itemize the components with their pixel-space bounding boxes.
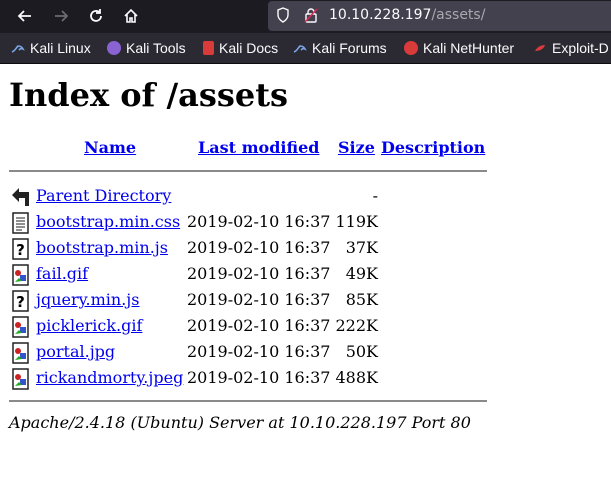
- back-folder-icon: [11, 186, 31, 208]
- file-link[interactable]: rickandmorty.jpeg: [36, 368, 183, 387]
- table-row: ? jquery.min.js 2019-02-10 16:37 85K: [0, 288, 611, 314]
- footer-divider: [9, 400, 487, 402]
- forward-arrow-icon: [55, 10, 69, 22]
- shield-icon[interactable]: [276, 7, 290, 27]
- file-size: 488K: [335, 368, 379, 387]
- unknown-file-icon: ?: [11, 238, 31, 260]
- file-size: 37K: [345, 238, 378, 257]
- file-date: 2019-02-10 16:37: [187, 342, 331, 361]
- file-date: 2019-02-10 16:37: [187, 238, 331, 257]
- home-icon: [124, 8, 138, 23]
- svg-text:?: ?: [16, 241, 25, 259]
- bookmark-label: Kali Docs: [219, 40, 279, 56]
- image-file-icon: [11, 368, 31, 390]
- file-date: 2019-02-10 16:37: [187, 290, 331, 309]
- file-size: 119K: [335, 212, 379, 231]
- table-row: fail.gif 2019-02-10 16:37 49K: [0, 262, 611, 288]
- bookmark-label: Kali Forums: [312, 40, 387, 56]
- home-button[interactable]: [118, 4, 144, 28]
- image-file-icon: [11, 342, 31, 364]
- column-header-description[interactable]: Description: [381, 138, 485, 157]
- file-size: 50K: [345, 342, 378, 361]
- url-host: 10.10.228.197: [329, 7, 432, 23]
- file-date: 2019-02-10 16:37: [187, 264, 331, 283]
- table-row: bootstrap.min.css 2019-02-10 16:37 119K: [0, 210, 611, 236]
- kali-forums-icon: [293, 41, 307, 55]
- file-link[interactable]: bootstrap.min.js: [36, 238, 168, 257]
- image-file-icon: [11, 264, 31, 286]
- page-content: Index of /assets Name Last modified Size…: [0, 64, 611, 483]
- bookmark-kali-linux[interactable]: Kali Linux: [11, 39, 91, 57]
- table-row: picklerick.gif 2019-02-10 16:37 222K: [0, 314, 611, 340]
- file-link[interactable]: bootstrap.min.css: [36, 212, 180, 231]
- lock-icon[interactable]: [304, 7, 318, 27]
- bookmark-kali-tools[interactable]: Kali Tools: [107, 39, 186, 57]
- url-path: /assets/: [431, 7, 486, 23]
- bookmark-kali-docs[interactable]: Kali Docs: [203, 39, 278, 57]
- browser-toolbar: 10.10.228.197/assets/: [0, 0, 611, 33]
- unknown-file-icon: ?: [11, 290, 31, 312]
- column-header-last-modified[interactable]: Last modified: [198, 138, 319, 157]
- table-row: rickandmorty.jpeg 2019-02-10 16:37 488K: [0, 366, 611, 392]
- file-date: 2019-02-10 16:37: [187, 316, 331, 335]
- kali-docs-icon: [203, 41, 214, 55]
- forward-button[interactable]: [48, 4, 74, 28]
- url-bar[interactable]: 10.10.228.197/assets/: [268, 1, 611, 31]
- server-signature: Apache/2.4.18 (Ubuntu) Server at 10.10.2…: [9, 413, 471, 432]
- reload-icon: [90, 9, 102, 22]
- file-size: -: [372, 186, 378, 205]
- file-size: 222K: [335, 316, 379, 335]
- bookmark-label: Kali NetHunter: [423, 40, 515, 56]
- file-link[interactable]: fail.gif: [36, 264, 88, 283]
- bookmark-label: Exploit-D: [552, 40, 609, 56]
- bookmark-exploit-db[interactable]: Exploit-D: [533, 39, 609, 57]
- image-file-icon: [11, 316, 31, 338]
- column-header-name[interactable]: Name: [84, 138, 136, 157]
- bookmarks-bar: Kali Linux Kali Tools Kali Docs Kali For…: [0, 33, 611, 64]
- svg-text:?: ?: [16, 293, 25, 311]
- file-link[interactable]: picklerick.gif: [36, 316, 142, 335]
- file-link[interactable]: portal.jpg: [36, 342, 115, 361]
- back-arrow-icon: [17, 10, 31, 22]
- column-header-size[interactable]: Size: [338, 138, 375, 157]
- url-text[interactable]: 10.10.228.197/assets/: [329, 7, 485, 23]
- table-row: Parent Directory -: [0, 184, 611, 210]
- text-file-icon: [11, 212, 31, 234]
- file-size: 85K: [345, 290, 378, 309]
- page-title: Index of /assets: [9, 76, 289, 114]
- bookmark-label: Kali Linux: [30, 40, 91, 56]
- exploit-db-icon: [533, 41, 547, 55]
- kali-nethunter-icon: [404, 41, 418, 55]
- file-link[interactable]: jquery.min.js: [36, 290, 139, 309]
- file-date: 2019-02-10 16:37: [187, 212, 331, 231]
- parent-directory-link[interactable]: Parent Directory: [36, 186, 171, 205]
- back-button[interactable]: [12, 4, 38, 28]
- table-row: portal.jpg 2019-02-10 16:37 50K: [0, 340, 611, 366]
- file-size: 49K: [345, 264, 378, 283]
- table-row: ? bootstrap.min.js 2019-02-10 16:37 37K: [0, 236, 611, 262]
- bookmark-kali-forums[interactable]: Kali Forums: [293, 39, 387, 57]
- kali-dragon-icon: [11, 41, 25, 55]
- bookmark-label: Kali Tools: [126, 40, 186, 56]
- kali-tools-icon: [107, 41, 121, 55]
- bookmark-kali-nethunter[interactable]: Kali NetHunter: [404, 39, 514, 57]
- reload-button[interactable]: [83, 4, 109, 28]
- header-divider: [9, 170, 487, 172]
- file-date: 2019-02-10 16:37: [187, 368, 331, 387]
